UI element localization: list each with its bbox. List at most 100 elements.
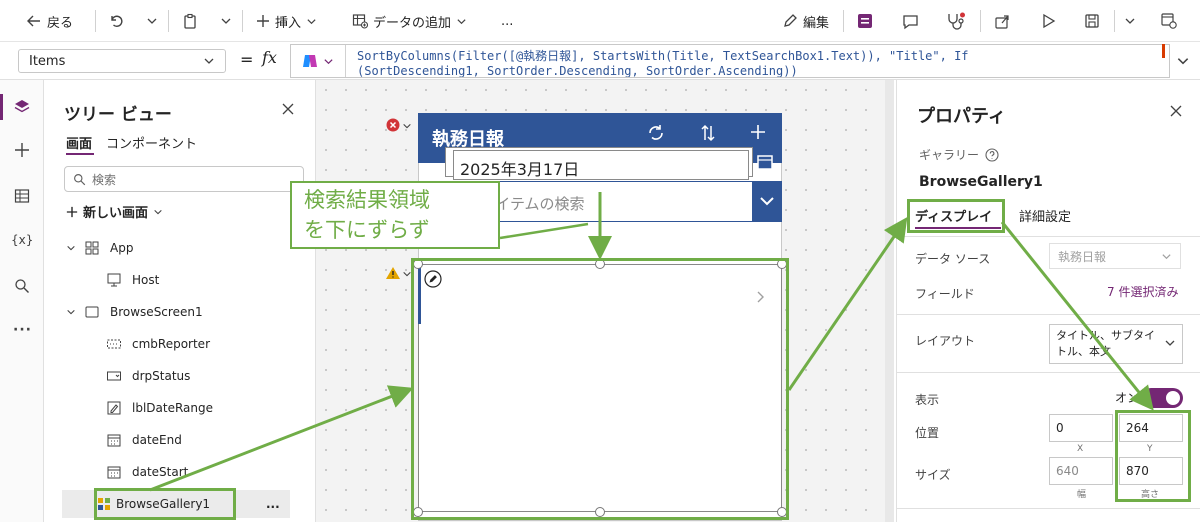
search-expand-button[interactable] xyxy=(752,181,782,222)
tab-components[interactable]: コンポーネント xyxy=(106,133,197,152)
help-icon[interactable] xyxy=(985,147,999,162)
stethoscope-icon xyxy=(946,12,966,30)
tree-item-lbldaterange[interactable]: lblDateRange xyxy=(44,394,316,422)
tab-advanced[interactable]: 詳細設定 xyxy=(1019,206,1071,225)
undo-button[interactable] xyxy=(108,10,124,32)
undo-menu-button[interactable] xyxy=(146,10,158,32)
more-commands-button[interactable]: ... xyxy=(501,10,513,32)
publish-button[interactable] xyxy=(1160,10,1178,32)
tree-item-cmbreporter[interactable]: cmbReporter xyxy=(44,330,316,358)
visible-value: オン xyxy=(1115,391,1140,405)
annotation-callout: 検索結果領域 を下にずらず xyxy=(290,181,500,249)
expand-formula-button[interactable] xyxy=(1176,54,1190,71)
tree-item-label: App xyxy=(110,241,134,255)
paste-button[interactable] xyxy=(182,10,198,32)
tree-view-rail-button[interactable] xyxy=(13,98,31,119)
warning-icon[interactable] xyxy=(385,266,401,283)
tree-item-host[interactable]: Host xyxy=(44,266,316,294)
comments-button[interactable] xyxy=(902,10,919,32)
tree-view-panel: ツリー ビュー 画面 コンポーネント 検索 新しい画面 App Host Bro… xyxy=(44,80,316,522)
fields-link[interactable]: 7 件選択済み xyxy=(1107,283,1178,300)
visible-toggle[interactable] xyxy=(1141,388,1183,408)
share-icon xyxy=(994,13,1011,30)
chevron-down-icon xyxy=(456,16,467,27)
insert-rail-button[interactable] xyxy=(14,142,30,161)
left-rail: {x} ··· xyxy=(0,80,44,522)
layout-value: タイトル、サブタイトル、本文 xyxy=(1056,329,1155,358)
control-type-label: ギャラリー xyxy=(919,148,980,162)
add-data-button[interactable]: データの追加 xyxy=(352,10,467,32)
tree-item-label: dateEnd xyxy=(132,433,182,447)
data-rail-button[interactable] xyxy=(14,188,30,207)
back-button[interactable]: 戻る xyxy=(26,10,73,32)
new-screen-button[interactable]: 新しい画面 xyxy=(66,202,163,221)
position-x-input[interactable]: 0 xyxy=(1049,414,1113,442)
date-picker-preview[interactable]: 2025年3月17日 xyxy=(453,150,749,180)
refresh-icon[interactable] xyxy=(646,123,666,146)
divider xyxy=(897,314,1200,315)
datasource-label: データ ソース xyxy=(915,252,991,266)
error-icon[interactable] xyxy=(386,118,400,135)
property-select[interactable]: Items xyxy=(18,49,226,73)
highlight-box-display-tab xyxy=(907,199,1005,233)
tree-item-datestart[interactable]: dateStart xyxy=(44,458,316,486)
tree-item-label: BrowseScreen1 xyxy=(110,305,203,319)
undo-icon xyxy=(108,13,124,29)
calendar-icon[interactable] xyxy=(756,152,774,175)
width-caption: 幅 xyxy=(1077,490,1087,500)
save-menu-button[interactable] xyxy=(1124,10,1136,32)
close-properties-button[interactable] xyxy=(1169,104,1183,121)
tab-screens[interactable]: 画面 xyxy=(66,133,92,152)
calendar-icon xyxy=(106,432,122,448)
scroll-marker xyxy=(1162,44,1165,58)
chevron-down-icon[interactable] xyxy=(402,120,412,134)
edit-button[interactable]: 編集 xyxy=(782,10,829,32)
tree-item-app[interactable]: App xyxy=(44,234,316,262)
divider xyxy=(345,45,346,77)
datasource-select[interactable]: 執務日報 xyxy=(1049,243,1181,269)
table-icon xyxy=(14,188,30,204)
dropdown-icon xyxy=(106,368,122,384)
divider xyxy=(897,508,1200,509)
divider xyxy=(897,236,1200,237)
layout-select[interactable]: タイトル、サブタイトル、本文 xyxy=(1049,324,1183,364)
tree-item-label: drpStatus xyxy=(132,369,191,383)
search-box-preview[interactable]: アイテムの検索 xyxy=(458,181,782,222)
preview-button[interactable] xyxy=(1040,10,1056,32)
layers-icon xyxy=(13,98,31,116)
save-icon xyxy=(1084,13,1100,29)
close-tree-button[interactable] xyxy=(281,102,295,119)
paste-menu-button[interactable] xyxy=(220,10,232,32)
share-button[interactable] xyxy=(994,10,1011,32)
add-icon[interactable] xyxy=(750,123,766,144)
variables-icon[interactable]: {x} xyxy=(11,233,33,247)
copilot-panel-button[interactable] xyxy=(856,10,874,32)
tree-item-dateend[interactable]: dateEnd xyxy=(44,426,316,454)
formula-line-1: SortByColumns(Filter([@執務日報], StartsWith… xyxy=(357,49,969,63)
insert-label: 挿入 xyxy=(275,15,302,31)
chevron-down-icon xyxy=(1161,251,1172,262)
width-input[interactable]: 640 xyxy=(1049,457,1113,485)
copilot-button[interactable] xyxy=(301,52,334,70)
highlight-box-position-size xyxy=(1115,410,1191,502)
search-rail-button[interactable] xyxy=(14,278,30,297)
control-type: ギャラリー xyxy=(919,146,999,163)
tree-search-input[interactable]: 検索 xyxy=(64,166,304,192)
more-rail-icon[interactable]: ··· xyxy=(13,322,32,338)
divider xyxy=(1114,10,1115,32)
app-checker-button[interactable] xyxy=(946,10,966,32)
divider xyxy=(95,10,96,32)
arrow-left-icon xyxy=(26,13,42,29)
formula-editor[interactable]: SortByColumns(Filter([@執務日報], StartsWith… xyxy=(290,44,1170,78)
tree-item-browsescreen1[interactable]: BrowseScreen1 xyxy=(44,298,316,326)
tree-item-more-button[interactable]: ... xyxy=(266,497,280,511)
tree-item-drpstatus[interactable]: drpStatus xyxy=(44,362,316,390)
fields-label: フィールド xyxy=(915,287,975,301)
search-placeholder: 検索 xyxy=(92,172,117,187)
canvas-scrollbar[interactable] xyxy=(885,80,894,522)
sort-icon[interactable] xyxy=(700,123,716,146)
divider xyxy=(897,372,1200,373)
chevron-down-icon xyxy=(1124,15,1136,27)
insert-button[interactable]: 挿入 xyxy=(256,10,317,32)
save-button[interactable] xyxy=(1084,10,1100,32)
